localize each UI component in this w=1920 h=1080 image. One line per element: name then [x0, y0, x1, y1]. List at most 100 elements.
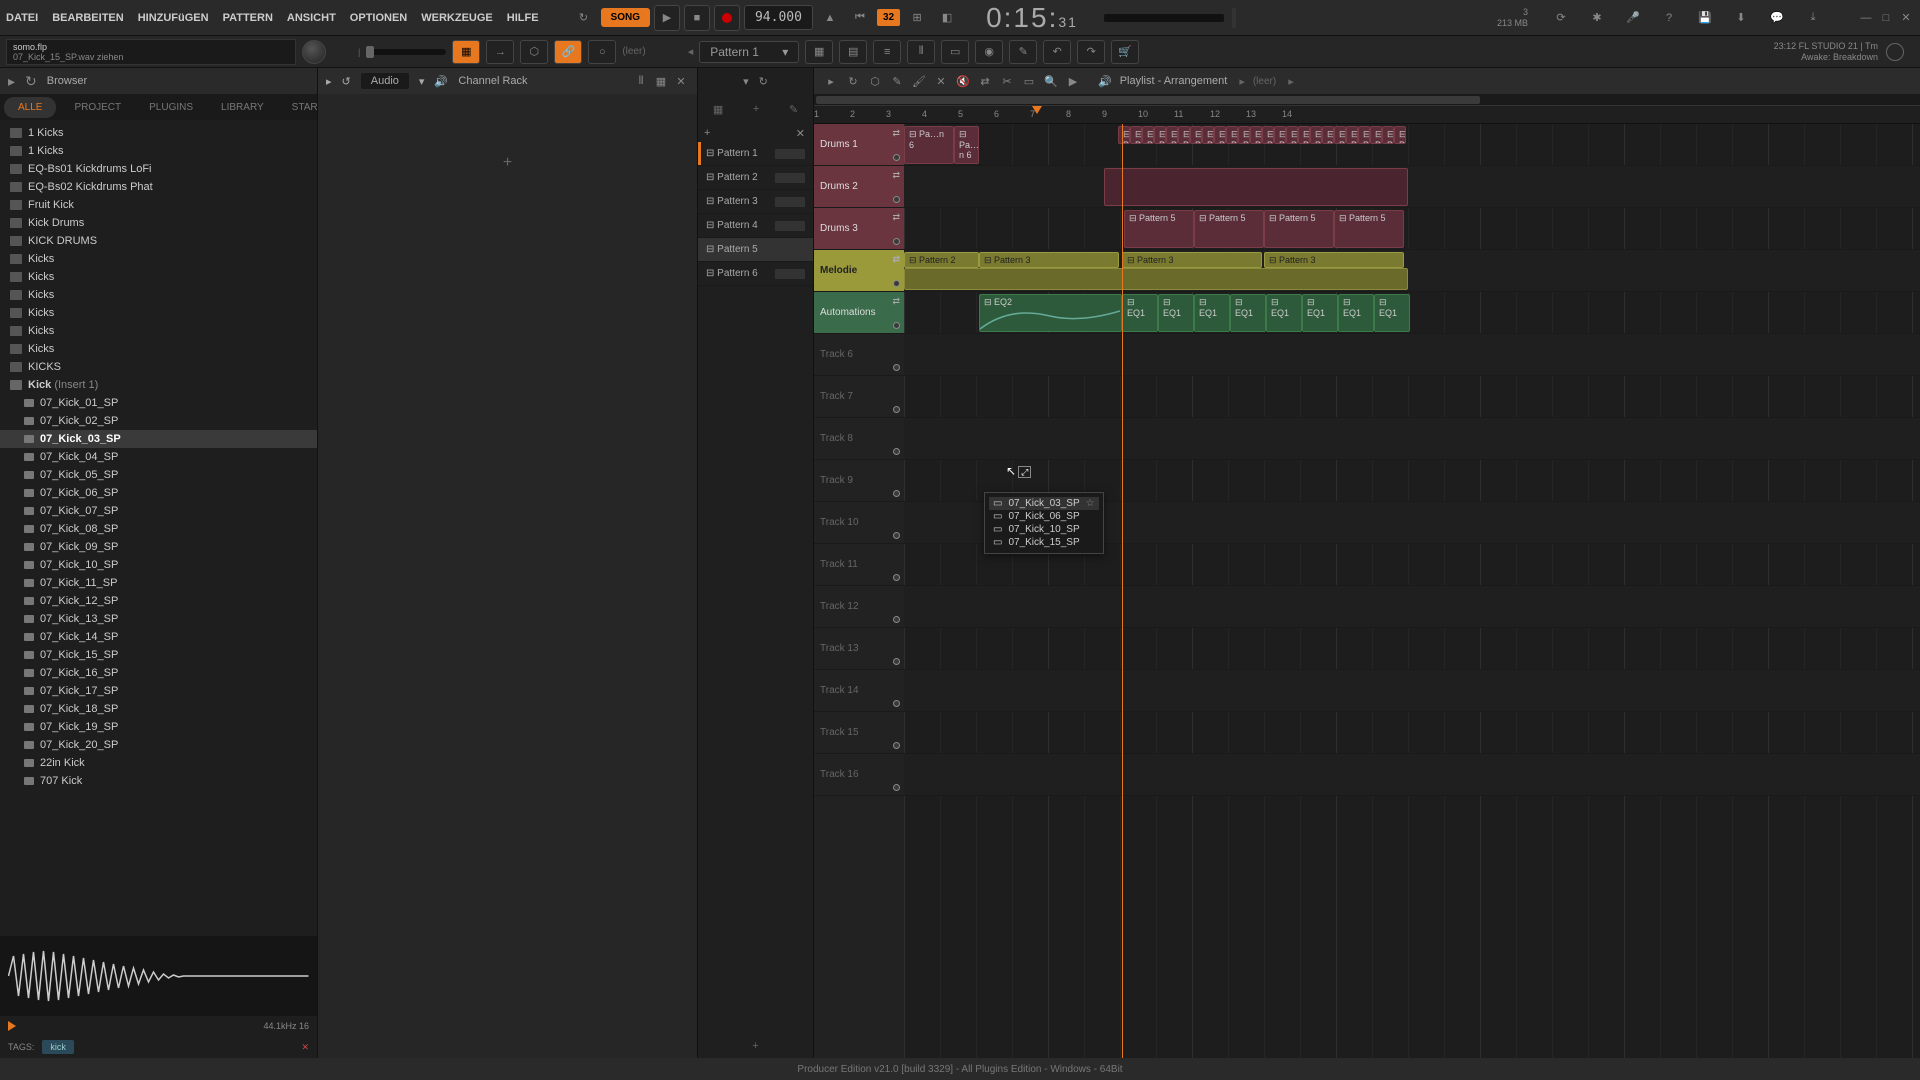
- browser-tab-plugins[interactable]: PLUGINS: [135, 97, 207, 118]
- track-lane[interactable]: [904, 334, 1920, 376]
- picker-plus-icon[interactable]: +: [704, 127, 710, 139]
- track-header[interactable]: Drums 2⇄: [814, 166, 904, 208]
- clip[interactable]: ⊟ Pa…n 1: [1190, 126, 1202, 144]
- clip[interactable]: ⊟ Pa…n 1: [1394, 126, 1406, 144]
- browser-folder[interactable]: Fruit Kick: [0, 196, 317, 214]
- clip[interactable]: ⊟ Pa…n 1: [1322, 126, 1334, 144]
- browser-sample[interactable]: 07_Kick_14_SP: [0, 628, 317, 646]
- picker-view-icon[interactable]: ▦: [713, 103, 723, 116]
- track-lane[interactable]: [904, 418, 1920, 460]
- link-icon[interactable]: 🔗: [554, 40, 582, 64]
- clip[interactable]: ⊟ Pa…n 1: [1382, 126, 1394, 144]
- time-display[interactable]: 0:15:31: [986, 1, 1078, 34]
- pattern-item[interactable]: ⊟ Pattern 4: [698, 214, 813, 238]
- menu-pattern[interactable]: PATTERN: [223, 12, 273, 24]
- save-icon[interactable]: 💾: [1692, 7, 1718, 29]
- track-header[interactable]: Track 8: [814, 418, 904, 460]
- track-lane[interactable]: ⊟ Pa…n 6⊟ Pa…n 6⊟ Pa…n 1⊟ Pa…n 1⊟ Pa…n 1…: [904, 124, 1920, 166]
- browser-sample[interactable]: 07_Kick_18_SP: [0, 700, 317, 718]
- countdown-icon[interactable]: ⊞: [904, 7, 930, 29]
- rack-back-icon[interactable]: ↺: [342, 75, 351, 88]
- clip[interactable]: ⊟ Pa…n 1: [1202, 126, 1214, 144]
- browser-folder[interactable]: 1 Kicks: [0, 124, 317, 142]
- pl-mute-icon[interactable]: 🔇: [954, 72, 972, 90]
- track-header[interactable]: Track 9: [814, 460, 904, 502]
- clip[interactable]: ⊟ Pa…n 1: [1250, 126, 1262, 144]
- clip[interactable]: ⊟ EQ2: [979, 294, 1122, 332]
- track-header[interactable]: Track 13: [814, 628, 904, 670]
- browser-folder[interactable]: Kicks: [0, 322, 317, 340]
- browser-folder[interactable]: Kick Drums: [0, 214, 317, 232]
- clip[interactable]: ⊟ Pattern 5: [1124, 210, 1194, 248]
- pattern-item[interactable]: ⊟ Pattern 1: [698, 142, 813, 166]
- shop-icon[interactable]: 🛒: [1111, 40, 1139, 64]
- bpm-display[interactable]: 94.000: [744, 5, 813, 30]
- clip[interactable]: ⊟ Pa…n 1: [1370, 126, 1382, 144]
- menu-tools[interactable]: WERKZEUGE: [421, 12, 493, 24]
- track-lane[interactable]: [904, 628, 1920, 670]
- snap-button[interactable]: 32: [877, 9, 900, 26]
- pattern-item[interactable]: ⊟ Pattern 2: [698, 166, 813, 190]
- view-piano-icon[interactable]: ▤: [839, 40, 867, 64]
- picker-x-icon[interactable]: ✕: [796, 127, 805, 140]
- minimize-button[interactable]: —: [1858, 10, 1874, 26]
- view-browser-icon[interactable]: ▭: [941, 40, 969, 64]
- track-lane[interactable]: [904, 376, 1920, 418]
- track-lane[interactable]: [904, 670, 1920, 712]
- clip[interactable]: ⊟ Pa…n 1: [1358, 126, 1370, 144]
- help-icon[interactable]: ?: [1656, 7, 1682, 29]
- browser-tab-all[interactable]: ALLE: [4, 97, 56, 118]
- clip[interactable]: ⊟ Pa…n 1: [1346, 126, 1358, 144]
- playlist-ruler[interactable]: 1234567891011121314: [814, 106, 1920, 124]
- track-lane[interactable]: [904, 754, 1920, 796]
- add-channel-button[interactable]: +: [503, 154, 512, 172]
- browser-folder[interactable]: Kicks: [0, 250, 317, 268]
- track-lane[interactable]: [904, 166, 1920, 208]
- browser-sample[interactable]: 07_Kick_08_SP: [0, 520, 317, 538]
- mic2-icon[interactable]: ○: [588, 40, 616, 64]
- rack-close-icon[interactable]: ✕: [673, 73, 689, 89]
- tool-paint-icon[interactable]: ✎: [1009, 40, 1037, 64]
- metronome2-icon[interactable]: ✱: [1584, 7, 1610, 29]
- rack-dropdown-icon[interactable]: ▾: [419, 75, 425, 88]
- rack-grid-icon[interactable]: ⫴: [633, 73, 649, 89]
- clip[interactable]: ⊟ Pattern 3: [1264, 252, 1404, 268]
- browser-folder[interactable]: Kicks: [0, 304, 317, 322]
- wait-icon[interactable]: ⏮: [847, 7, 873, 29]
- track-header[interactable]: Track 16: [814, 754, 904, 796]
- track-header[interactable]: Track 7: [814, 376, 904, 418]
- arrangement-leer[interactable]: (leer): [1253, 76, 1276, 87]
- chat-icon[interactable]: 💬: [1764, 7, 1790, 29]
- picker-footer-add[interactable]: +: [752, 1040, 758, 1052]
- browser-sample[interactable]: 07_Kick_19_SP: [0, 718, 317, 736]
- tag-chip[interactable]: kick: [42, 1040, 74, 1054]
- playlist-h-scrollbar[interactable]: [814, 94, 1920, 106]
- pl-play-icon[interactable]: ▶: [1064, 72, 1082, 90]
- browser-sample[interactable]: 07_Kick_17_SP: [0, 682, 317, 700]
- close-button[interactable]: ✕: [1898, 10, 1914, 26]
- track-lane[interactable]: ⊟ EQ2⊟ EQ1⊟ EQ1⊟ EQ1⊟ EQ1⊟ EQ1⊟ EQ1⊟ EQ1…: [904, 292, 1920, 334]
- browser-tree[interactable]: 1 Kicks1 KicksEQ-Bs01 Kickdrums LoFiEQ-B…: [0, 120, 317, 936]
- tags-close-icon[interactable]: ✕: [301, 1042, 309, 1053]
- pl-slip-icon[interactable]: ⇄: [976, 72, 994, 90]
- clip[interactable]: ⊟ Pa…n 1: [1286, 126, 1298, 144]
- clip[interactable]: [904, 268, 1408, 290]
- globe-icon[interactable]: [1886, 43, 1904, 61]
- track-lane[interactable]: [904, 586, 1920, 628]
- browser-sample[interactable]: 07_Kick_05_SP: [0, 466, 317, 484]
- view-plugin-icon[interactable]: ◉: [975, 40, 1003, 64]
- clip[interactable]: ⊟ Pa…n 1: [1142, 126, 1154, 144]
- clip[interactable]: ⊟ Pa…n 1: [1154, 126, 1166, 144]
- browser-folder[interactable]: EQ-Bs02 Kickdrums Phat: [0, 178, 317, 196]
- pitch-slider[interactable]: [366, 49, 446, 55]
- playlist-toggle[interactable]: ▦: [452, 40, 480, 64]
- browser-sample[interactable]: 07_Kick_15_SP: [0, 646, 317, 664]
- track-header[interactable]: Track 11: [814, 544, 904, 586]
- clip[interactable]: ⊟ Pattern 5: [1264, 210, 1334, 248]
- view-mixer-icon[interactable]: ⫴: [907, 40, 935, 64]
- maximize-button[interactable]: □: [1878, 10, 1894, 26]
- browser-sample[interactable]: 07_Kick_10_SP: [0, 556, 317, 574]
- clip[interactable]: ⊟ Pa…n 1: [1298, 126, 1310, 144]
- preview-play-button[interactable]: [8, 1021, 16, 1031]
- view-playlist-icon[interactable]: ▦: [805, 40, 833, 64]
